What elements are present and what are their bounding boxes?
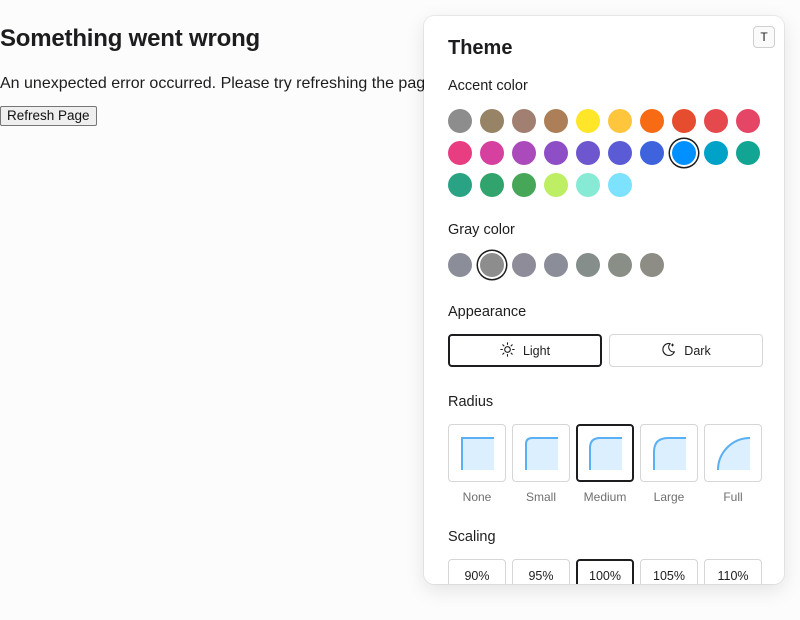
moon-icon (661, 342, 676, 360)
accent-swatch-bronze[interactable] (512, 109, 536, 133)
radius-small-preview (525, 437, 558, 470)
accent-swatch-lime[interactable] (544, 173, 568, 197)
scaling-label: Scaling (448, 529, 496, 545)
accent-swatch-orange[interactable] (640, 109, 664, 133)
accent-color-label: Accent color (448, 78, 528, 94)
accent-swatch-violet[interactable] (576, 141, 600, 165)
accent-swatch-red[interactable] (704, 109, 728, 133)
accent-swatch-tomato[interactable] (672, 109, 696, 133)
radius-option-full[interactable] (704, 424, 762, 482)
accent-swatch-cyan[interactable] (704, 141, 728, 165)
radius-medium-preview (589, 437, 622, 470)
gray-swatch-slate[interactable] (544, 253, 568, 277)
accent-swatch-purple[interactable] (544, 141, 568, 165)
accent-color-swatches (448, 109, 764, 197)
gray-swatch-olive[interactable] (608, 253, 632, 277)
accent-swatch-ruby[interactable] (736, 109, 760, 133)
radius-none-preview (461, 437, 494, 470)
error-message: An unexpected error occurred. Please try… (0, 75, 439, 92)
scaling-option-100[interactable]: 100% (576, 559, 634, 584)
accent-swatch-crimson[interactable] (448, 141, 472, 165)
scaling-option-95[interactable]: 95% (512, 559, 570, 584)
gray-color-label: Gray color (448, 222, 515, 238)
scaling-option-110[interactable]: 110% (704, 559, 762, 584)
accent-swatch-amber[interactable] (608, 109, 632, 133)
appearance-options: Light Dark (448, 334, 764, 367)
scaling-option-105[interactable]: 105% (640, 559, 698, 584)
accent-swatch-brown[interactable] (544, 109, 568, 133)
radius-none-label: None (462, 490, 492, 504)
radius-option-small[interactable] (512, 424, 570, 482)
gray-swatch-sage[interactable] (576, 253, 600, 277)
accent-swatch-blue[interactable] (672, 141, 696, 165)
appearance-dark-label: Dark (684, 343, 711, 358)
radius-label: Radius (448, 394, 494, 410)
radius-large-label: Large (653, 490, 685, 504)
theme-panel: T Theme Accent color Gray color Appearan… (424, 16, 784, 584)
gray-color-swatches (448, 253, 764, 277)
accent-swatch-gray[interactable] (448, 109, 472, 133)
radius-options: None Small Medium Large Full (448, 424, 764, 504)
theme-panel-title: Theme (448, 37, 513, 59)
accent-swatch-green[interactable] (480, 173, 504, 197)
appearance-light-button[interactable]: Light (448, 334, 602, 367)
radius-option-none[interactable] (448, 424, 506, 482)
sun-icon (500, 341, 515, 360)
accent-swatch-indigo[interactable] (640, 141, 664, 165)
radius-small-label: Small (525, 490, 556, 504)
accent-swatch-pink[interactable] (480, 141, 504, 165)
gray-swatch-sand[interactable] (640, 253, 664, 277)
accent-swatch-sky[interactable] (608, 173, 632, 197)
accent-swatch-yellow[interactable] (576, 109, 600, 133)
accent-swatch-grass[interactable] (512, 173, 536, 197)
accent-swatch-teal[interactable] (736, 141, 760, 165)
error-boundary: Something went wrong An unexpected error… (0, 24, 440, 126)
radius-option-large[interactable] (640, 424, 698, 482)
error-title: Something went wrong (0, 25, 260, 52)
radius-option-medium[interactable] (576, 424, 634, 482)
accent-swatch-plum[interactable] (512, 141, 536, 165)
refresh-page-button[interactable]: Refresh Page (0, 106, 97, 126)
appearance-label: Appearance (448, 304, 527, 320)
accent-swatch-gold[interactable] (480, 109, 504, 133)
radius-large-preview (653, 437, 686, 470)
accent-swatch-iris[interactable] (608, 141, 632, 165)
appearance-dark-button[interactable]: Dark (609, 334, 763, 367)
gray-swatch-gray[interactable] (480, 253, 504, 277)
scaling-options: 90% 95% 100% 105% 110% (448, 559, 764, 584)
radius-medium-label: Medium (583, 490, 627, 504)
radius-full-preview (717, 437, 751, 471)
accent-swatch-mint[interactable] (576, 173, 600, 197)
radius-full-label: Full (723, 490, 743, 504)
accent-swatch-jade[interactable] (448, 173, 472, 197)
appearance-light-label: Light (522, 343, 551, 358)
gray-swatch-mauve[interactable] (512, 253, 536, 277)
gray-swatch-auto[interactable] (448, 253, 472, 277)
scaling-option-90[interactable]: 90% (448, 559, 506, 584)
